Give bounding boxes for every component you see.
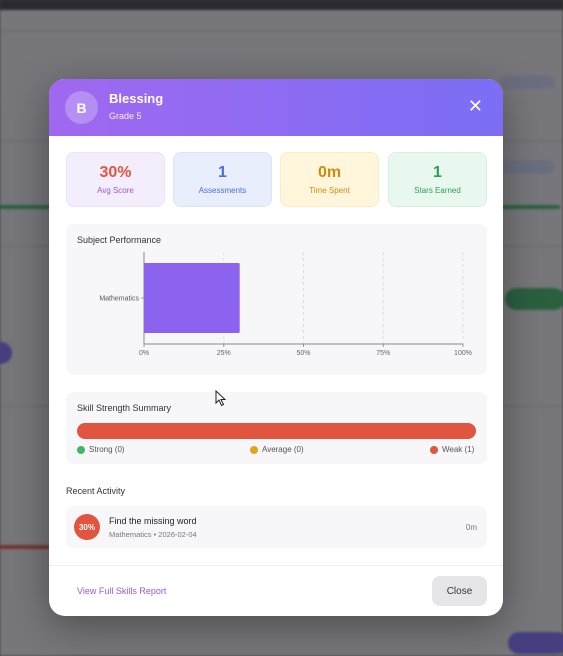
stats-row: 30% Avg Score 1 Assessments 0m Time Spen… [66, 152, 487, 207]
stat-value: 0m [317, 164, 342, 181]
stat-value: 1 [433, 164, 442, 181]
modal-header: B Blessing Grade 5 ✕ [49, 79, 503, 136]
activity-duration: 0m [465, 523, 477, 532]
stat-label: Assessments [198, 186, 247, 195]
legend-label: Strong (0) [89, 445, 125, 454]
x-tick-label: 0% [139, 350, 149, 357]
stat-avg-score: 30% Avg Score [66, 152, 165, 207]
x-tick-label: 50% [296, 350, 310, 357]
bar-mathematics [144, 263, 240, 333]
close-icon[interactable]: ✕ [468, 97, 483, 115]
modal-footer: View Full Skills Report Close [49, 565, 503, 616]
stat-time-spent: 0m Time Spent [280, 152, 379, 207]
stat-label: Stars Earned [414, 186, 461, 195]
stat-label: Avg Score [97, 186, 134, 195]
orange-dot-icon [250, 445, 258, 454]
legend-label: Weak (1) [442, 445, 475, 454]
view-full-skills-report-link[interactable]: View Full Skills Report [77, 586, 166, 596]
legend-weak: Weak (1) [430, 445, 474, 454]
avatar: B [65, 91, 98, 124]
student-name: Blessing [109, 91, 164, 106]
student-grade: Grade 5 [109, 111, 142, 121]
subject-performance-chart: 0% 25% 50% 75% 100% Mathematics [99, 252, 472, 357]
recent-activity-title: Recent Activity [66, 486, 126, 496]
category-label: Mathematics [99, 296, 139, 303]
x-tick-label: 100% [454, 350, 472, 357]
subject-performance-card: Subject Performance 0% 25% 50% 75% 100% Mathe… [66, 224, 487, 375]
activity-title: Find the missing word [109, 516, 197, 526]
skill-strength-bar [77, 423, 476, 439]
green-dot-icon [77, 445, 85, 454]
mouse-cursor-icon [215, 390, 227, 407]
stat-assessments: 1 Assessments [173, 152, 272, 207]
stat-value: 1 [218, 164, 227, 181]
student-detail-modal: B Blessing Grade 5 ✕ 30% Avg Score 1 Ass… [49, 79, 503, 616]
legend-average: Average (0) [250, 445, 304, 454]
skill-strength-card: Skill Strength Summary Strong (0) Averag… [66, 392, 487, 464]
activity-meta: Mathematics • 2026-02-04 [109, 530, 197, 539]
x-tick-label: 75% [376, 350, 390, 357]
legend-strong: Strong (0) [77, 445, 125, 454]
activity-item[interactable]: 30% Find the missing word Mathematics • … [66, 506, 487, 548]
close-button[interactable]: Close [432, 576, 487, 606]
red-dot-icon [430, 445, 438, 454]
score-badge: 30% [74, 514, 100, 540]
stat-stars-earned: 1 Stars Earned [388, 152, 487, 207]
legend-label: Average (0) [262, 445, 304, 454]
x-tick-label: 25% [217, 350, 231, 357]
stat-value: 30% [99, 164, 132, 181]
card-title: Skill Strength Summary [77, 403, 172, 413]
stat-label: Time Spent [309, 186, 350, 195]
